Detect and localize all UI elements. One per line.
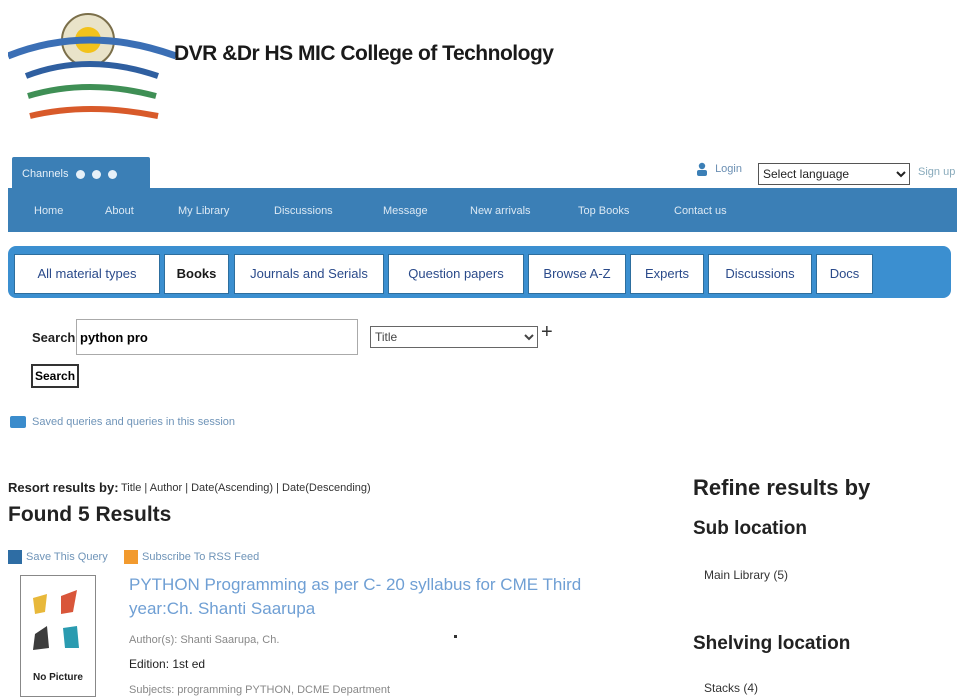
nav-message[interactable]: Message	[383, 205, 428, 217]
nav-about[interactable]: About	[105, 205, 134, 217]
stray-dot	[454, 635, 457, 638]
sub-location-heading: Sub location	[693, 518, 807, 539]
rss-label: Subscribe To RSS Feed	[142, 550, 260, 563]
facet-stacks[interactable]: Stacks (4)	[704, 681, 758, 695]
nav-my-library[interactable]: My Library	[178, 205, 229, 217]
nav-discussions[interactable]: Discussions	[274, 205, 333, 217]
tab-all-material-types[interactable]: All material types	[14, 254, 160, 294]
search-button[interactable]: Search	[31, 364, 80, 388]
result-title-link[interactable]: PYTHON Programming as per C- 20 syllabus…	[129, 573, 619, 621]
language-select[interactable]: Select language	[758, 163, 910, 185]
resort-label: Resort results by:	[8, 480, 119, 495]
result-subjects: Subjects: programming PYTHON, DCME Depar…	[129, 684, 391, 696]
nav-contact-us[interactable]: Contact us	[674, 205, 727, 217]
search-field-select[interactable]: Title	[370, 326, 538, 348]
no-picture-label: No Picture	[32, 672, 83, 683]
search-label: Search	[32, 330, 76, 345]
sign-up-link[interactable]: Sign up	[918, 166, 955, 178]
tab-experts[interactable]: Experts	[630, 254, 704, 294]
save-icon	[8, 550, 22, 564]
add-search-field-button[interactable]: +	[541, 321, 553, 344]
user-icon	[697, 162, 707, 176]
login-label: Login	[715, 162, 742, 175]
main-nav: Home About My Library Discussions Messag…	[8, 194, 957, 232]
shelving-location-heading: Shelving location	[693, 633, 851, 654]
tab-browse-a-z[interactable]: Browse A-Z	[528, 254, 626, 294]
tab-question-papers[interactable]: Question papers	[388, 254, 524, 294]
college-name: DVR &Dr HS MIC College of Technology	[174, 42, 554, 65]
material-tabs: All material types Books Journals and Se…	[8, 246, 951, 298]
saved-queries-label: Saved queries and queries in this sessio…	[32, 416, 236, 428]
book-cover-placeholder[interactable]: No Picture	[20, 575, 96, 697]
folder-icon	[10, 416, 26, 429]
college-logo	[6, 4, 178, 152]
refine-heading: Refine results by	[693, 475, 871, 500]
resort-options[interactable]: Title | Author | Date(Ascending) | Date(…	[121, 482, 371, 494]
login-link[interactable]: Login	[696, 162, 742, 176]
facet-main-library[interactable]: Main Library (5)	[704, 568, 788, 582]
no-picture-icon	[33, 590, 79, 650]
search-input[interactable]	[76, 319, 358, 355]
saved-queries-link[interactable]: Saved queries and queries in this sessio…	[10, 416, 236, 429]
tab-books[interactable]: Books	[164, 254, 229, 294]
rss-feed-link[interactable]: Subscribe To RSS Feed	[124, 550, 259, 564]
nav-new-arrivals[interactable]: New arrivals	[470, 205, 531, 217]
channels-tab[interactable]: Channels	[12, 157, 150, 191]
tab-docs[interactable]: Docs	[816, 254, 873, 294]
nav-top-books[interactable]: Top Books	[578, 205, 629, 217]
channel-dot-icon	[91, 169, 101, 179]
results-count: Found 5 Results	[8, 503, 172, 526]
channel-dot-icon	[107, 169, 117, 179]
rss-icon	[124, 550, 138, 564]
channel-dot-icon	[75, 169, 85, 179]
result-edition: Edition: 1st ed	[129, 657, 206, 671]
tab-journals-and-serials[interactable]: Journals and Serials	[234, 254, 384, 294]
save-query-label: Save This Query	[26, 550, 108, 563]
tab-discussions[interactable]: Discussions	[708, 254, 812, 294]
result-authors: Author(s): Shanti Saarupa, Ch.	[129, 634, 280, 646]
nav-home[interactable]: Home	[34, 205, 63, 217]
channels-tab-label: Channels	[22, 168, 69, 180]
save-query-link[interactable]: Save This Query	[8, 550, 108, 564]
